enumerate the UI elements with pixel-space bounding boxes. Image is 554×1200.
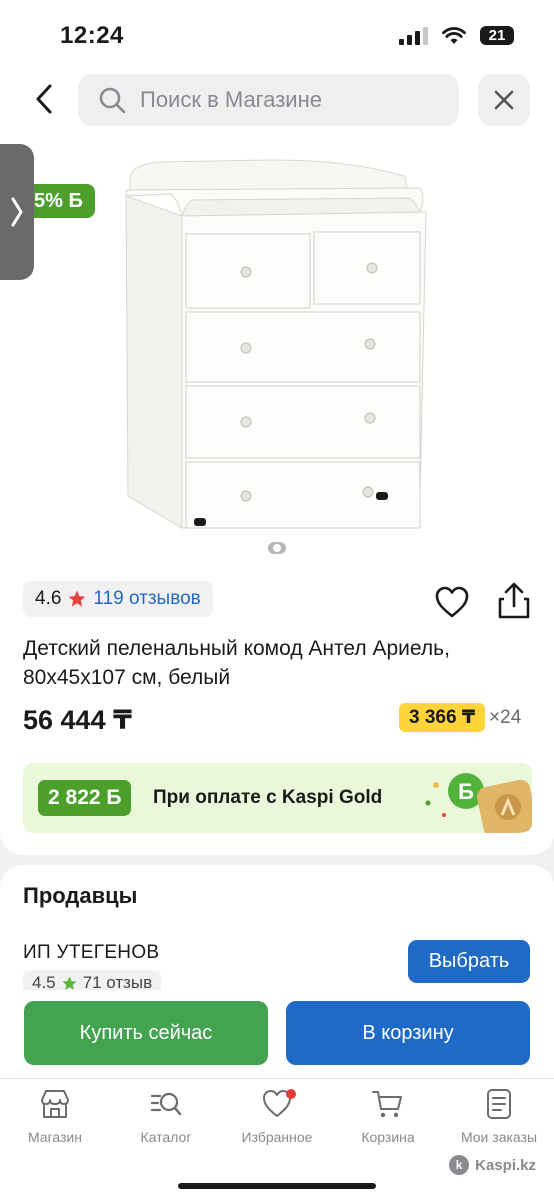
- tab-cart[interactable]: Корзина: [333, 1087, 443, 1151]
- back-button[interactable]: [22, 76, 66, 122]
- bottom-tab-bar: Магазин Каталог Избранное Корзина Мои за…: [0, 1078, 554, 1200]
- watermark-text: Kaspi.kz: [475, 1156, 536, 1174]
- cellular-signal-icon: [399, 26, 428, 45]
- wifi-icon: [442, 26, 466, 44]
- tab-label: Избранное: [241, 1129, 313, 1145]
- kaspi-gold-banner[interactable]: 2 822 Б При оплате с Kaspi Gold Б: [23, 763, 532, 833]
- gold-banner-text: При оплате с Kaspi Gold: [153, 787, 383, 808]
- tab-label: Каталог: [140, 1129, 192, 1145]
- status-time: 12:24: [60, 22, 124, 49]
- installment-offer[interactable]: 3 366 ₸ ×24: [399, 703, 521, 732]
- choose-seller-button[interactable]: Выбрать: [408, 940, 530, 983]
- installment-months: ×24: [489, 706, 522, 728]
- tab-store[interactable]: Магазин: [0, 1087, 110, 1151]
- search-placeholder: Поиск в Магазине: [140, 87, 322, 112]
- favorite-button[interactable]: [434, 585, 470, 619]
- tab-orders[interactable]: Мои заказы: [444, 1087, 554, 1151]
- chevron-right-icon: [11, 197, 23, 227]
- bonus-percent-badge: 5% Б: [32, 184, 95, 218]
- action-bar: Купить сейчас В корзину: [0, 990, 554, 1078]
- cart-icon: [372, 1091, 402, 1118]
- share-button[interactable]: [496, 582, 532, 620]
- kaspi-logo-icon: k: [449, 1155, 470, 1175]
- close-button[interactable]: [478, 74, 530, 126]
- close-icon: [494, 90, 514, 110]
- store-icon: [41, 1090, 69, 1118]
- add-to-cart-button[interactable]: В корзину: [286, 1001, 530, 1065]
- tab-label: Корзина: [361, 1129, 415, 1145]
- share-icon: [498, 582, 530, 619]
- battery-indicator: 21: [480, 26, 514, 45]
- heart-icon: [435, 586, 469, 618]
- kaspi-gold-illustration: Б: [425, 773, 532, 833]
- side-panel-tab[interactable]: [0, 144, 34, 280]
- kaspi-watermark: k Kaspi.kz: [449, 1155, 536, 1175]
- product-price: 56 444 ₸: [23, 705, 132, 735]
- tab-favorites[interactable]: Избранное: [222, 1087, 332, 1151]
- tab-label: Мои заказы: [460, 1129, 538, 1145]
- search-input[interactable]: Поиск в Магазине: [78, 74, 459, 126]
- top-bar: Поиск в Магазине: [0, 70, 554, 132]
- home-indicator: [178, 1183, 376, 1189]
- installment-amount: 3 366 ₸: [399, 703, 486, 732]
- product-card: 5% Б 4.6 119 отзывов Детский пеленальный…: [0, 132, 554, 855]
- sellers-title: Продавцы: [23, 883, 138, 908]
- chevron-left-icon: [36, 84, 52, 114]
- reviews-link[interactable]: 119 отзывов: [93, 588, 200, 610]
- seller-name[interactable]: ИП УТЕГЕНОВ: [23, 942, 159, 964]
- orders-icon: [487, 1089, 511, 1119]
- svg-text:Б: Б: [458, 779, 474, 804]
- star-icon: [62, 975, 77, 990]
- gallery-page-indicator: [268, 542, 286, 554]
- rating-pill[interactable]: 4.6 119 отзывов: [23, 581, 213, 617]
- star-icon: [69, 590, 86, 607]
- tab-label: Магазин: [27, 1129, 82, 1145]
- status-icons: 21: [399, 26, 514, 45]
- product-title: Детский пеленальный комод Антел Ариель, …: [23, 637, 450, 689]
- notification-dot: [286, 1089, 296, 1099]
- search-icon: [99, 87, 126, 114]
- product-image: [125, 159, 427, 529]
- tab-catalog[interactable]: Каталог: [111, 1087, 221, 1151]
- status-bar: 12:24 21: [0, 0, 554, 70]
- buy-now-button[interactable]: Купить сейчас: [24, 1001, 268, 1065]
- rating-value: 4.6: [35, 588, 62, 609]
- catalog-search-icon: [150, 1092, 182, 1116]
- gold-bonus-badge: 2 822 Б: [38, 780, 132, 816]
- product-gallery[interactable]: 5% Б: [0, 132, 554, 562]
